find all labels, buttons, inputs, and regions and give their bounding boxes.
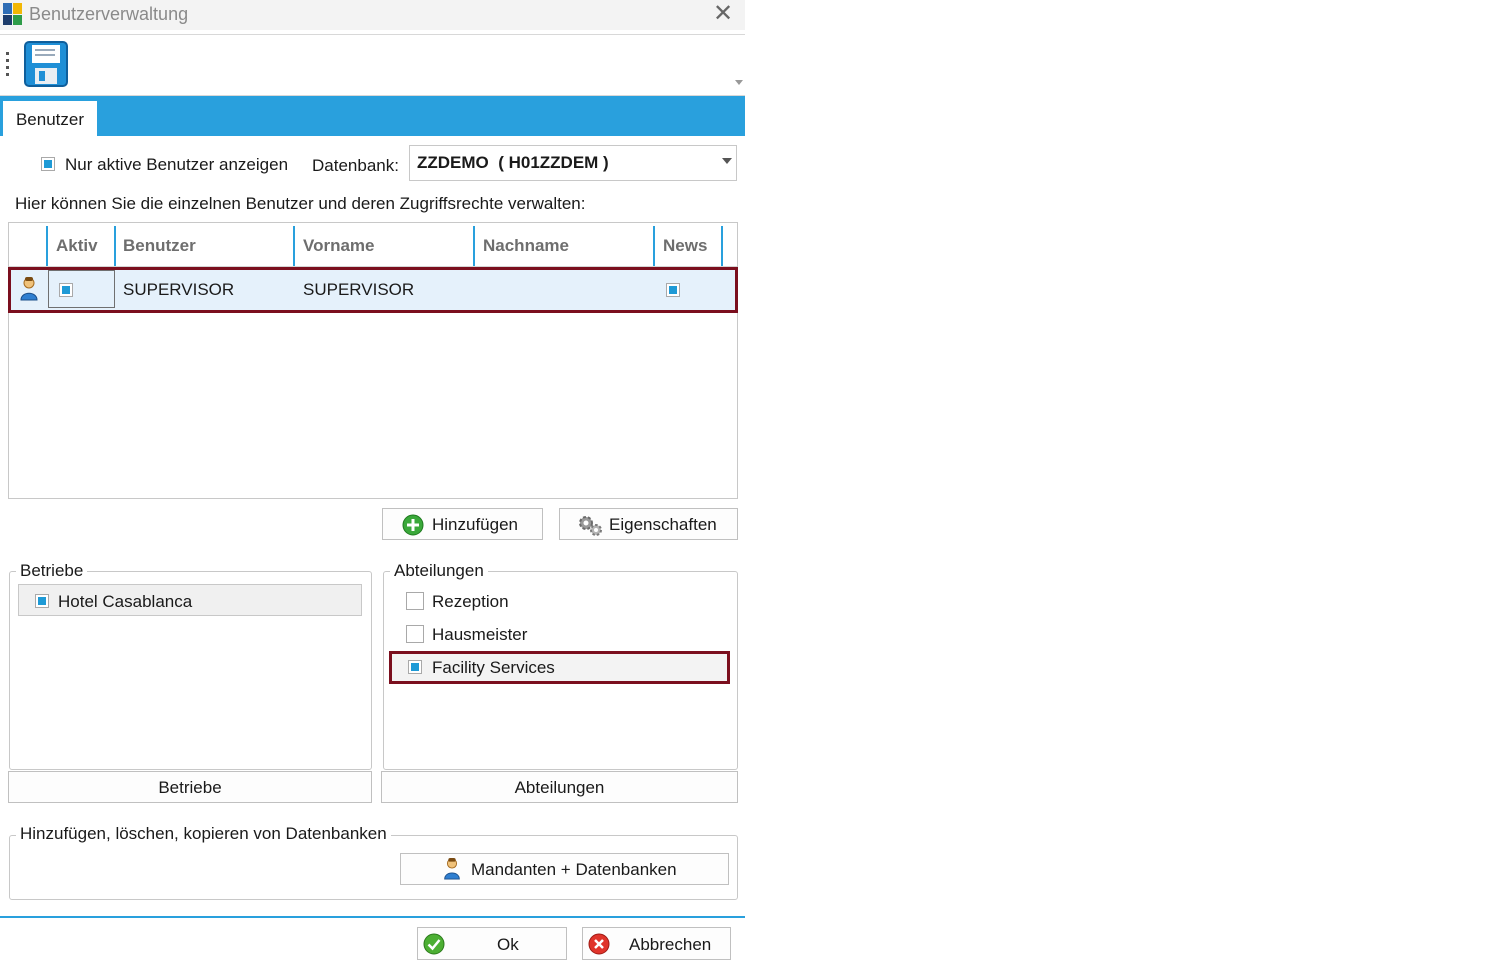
database-label: Datenbank: [312, 156, 399, 175]
active-only-checkbox[interactable] [41, 157, 55, 171]
close-icon[interactable]: ✕ [710, 1, 736, 27]
column-header-nachname[interactable]: Nachname [483, 226, 569, 266]
column-divider [46, 226, 48, 266]
window-title: Benutzerverwaltung [29, 4, 189, 24]
toolbar-grip[interactable] [6, 52, 10, 78]
column-divider [473, 226, 475, 266]
column-divider [114, 226, 116, 266]
user-management-window: Benutzerverwaltung ✕ Benutzer Nur aktive… [0, 0, 745, 965]
column-header-aktiv[interactable]: Aktiv [56, 226, 98, 266]
abteilungen-button[interactable]: Abteilungen [381, 771, 738, 803]
column-divider [653, 226, 655, 266]
cancel-button[interactable]: Abbrechen [582, 927, 731, 960]
abteilung-checkbox-rezeption[interactable] [406, 592, 424, 610]
close-circle-icon [588, 933, 610, 955]
cancel-label: Abbrechen [629, 935, 712, 954]
column-header-vorname[interactable]: Vorname [303, 226, 375, 266]
floppy-disk-icon[interactable] [24, 41, 68, 87]
abteilung-label-hausmeister: Hausmeister [432, 625, 528, 644]
betrieb-label: Hotel Casablanca [58, 592, 193, 611]
tab-strip [0, 96, 745, 136]
betriebe-button[interactable]: Betriebe [8, 771, 372, 803]
add-user-button[interactable]: Hinzufügen [382, 508, 543, 540]
column-header-benutzer[interactable]: Benutzer [123, 226, 196, 266]
add-user-label: Hinzufügen [432, 515, 519, 534]
betrieb-checkbox[interactable] [35, 594, 49, 608]
toolbar-overflow-icon[interactable] [735, 80, 743, 85]
datenbanken-legend: Hinzufügen, löschen, kopieren von Datenb… [16, 824, 391, 844]
ok-label: Ok [497, 935, 519, 954]
database-select-value: ZZDEMO ( H01ZZDEM ) [417, 153, 609, 172]
betriebe-legend: Betriebe [16, 561, 88, 581]
active-only-label: Nur aktive Benutzer anzeigen [65, 155, 289, 174]
abteilungen-legend: Abteilungen [390, 561, 488, 581]
highlight-outline [8, 267, 738, 313]
properties-button[interactable]: Eigenschaften [559, 508, 738, 540]
properties-label: Eigenschaften [609, 515, 717, 534]
check-circle-icon [423, 933, 445, 955]
column-divider [293, 226, 295, 266]
mandanten-datenbanken-label: Mandanten + Datenbanken [471, 860, 677, 879]
abteilung-checkbox-hausmeister[interactable] [406, 625, 424, 643]
description-text: Hier können Sie die einzelnen Benutzer u… [15, 194, 586, 213]
highlight-outline [389, 651, 730, 684]
user-icon [443, 858, 461, 880]
toolbar [0, 34, 745, 96]
ok-button[interactable]: Ok [417, 927, 567, 960]
mandanten-datenbanken-button[interactable]: Mandanten + Datenbanken [400, 853, 729, 885]
abteilung-label-rezeption: Rezeption [432, 592, 509, 611]
column-divider [721, 226, 723, 266]
plus-circle-icon [402, 514, 424, 536]
gears-icon [577, 513, 603, 537]
column-header-news[interactable]: News [663, 226, 707, 266]
app-icon [3, 3, 23, 25]
tab-benutzer[interactable]: Benutzer [3, 101, 97, 136]
footer-divider [0, 916, 745, 918]
chevron-down-icon[interactable] [722, 158, 732, 164]
